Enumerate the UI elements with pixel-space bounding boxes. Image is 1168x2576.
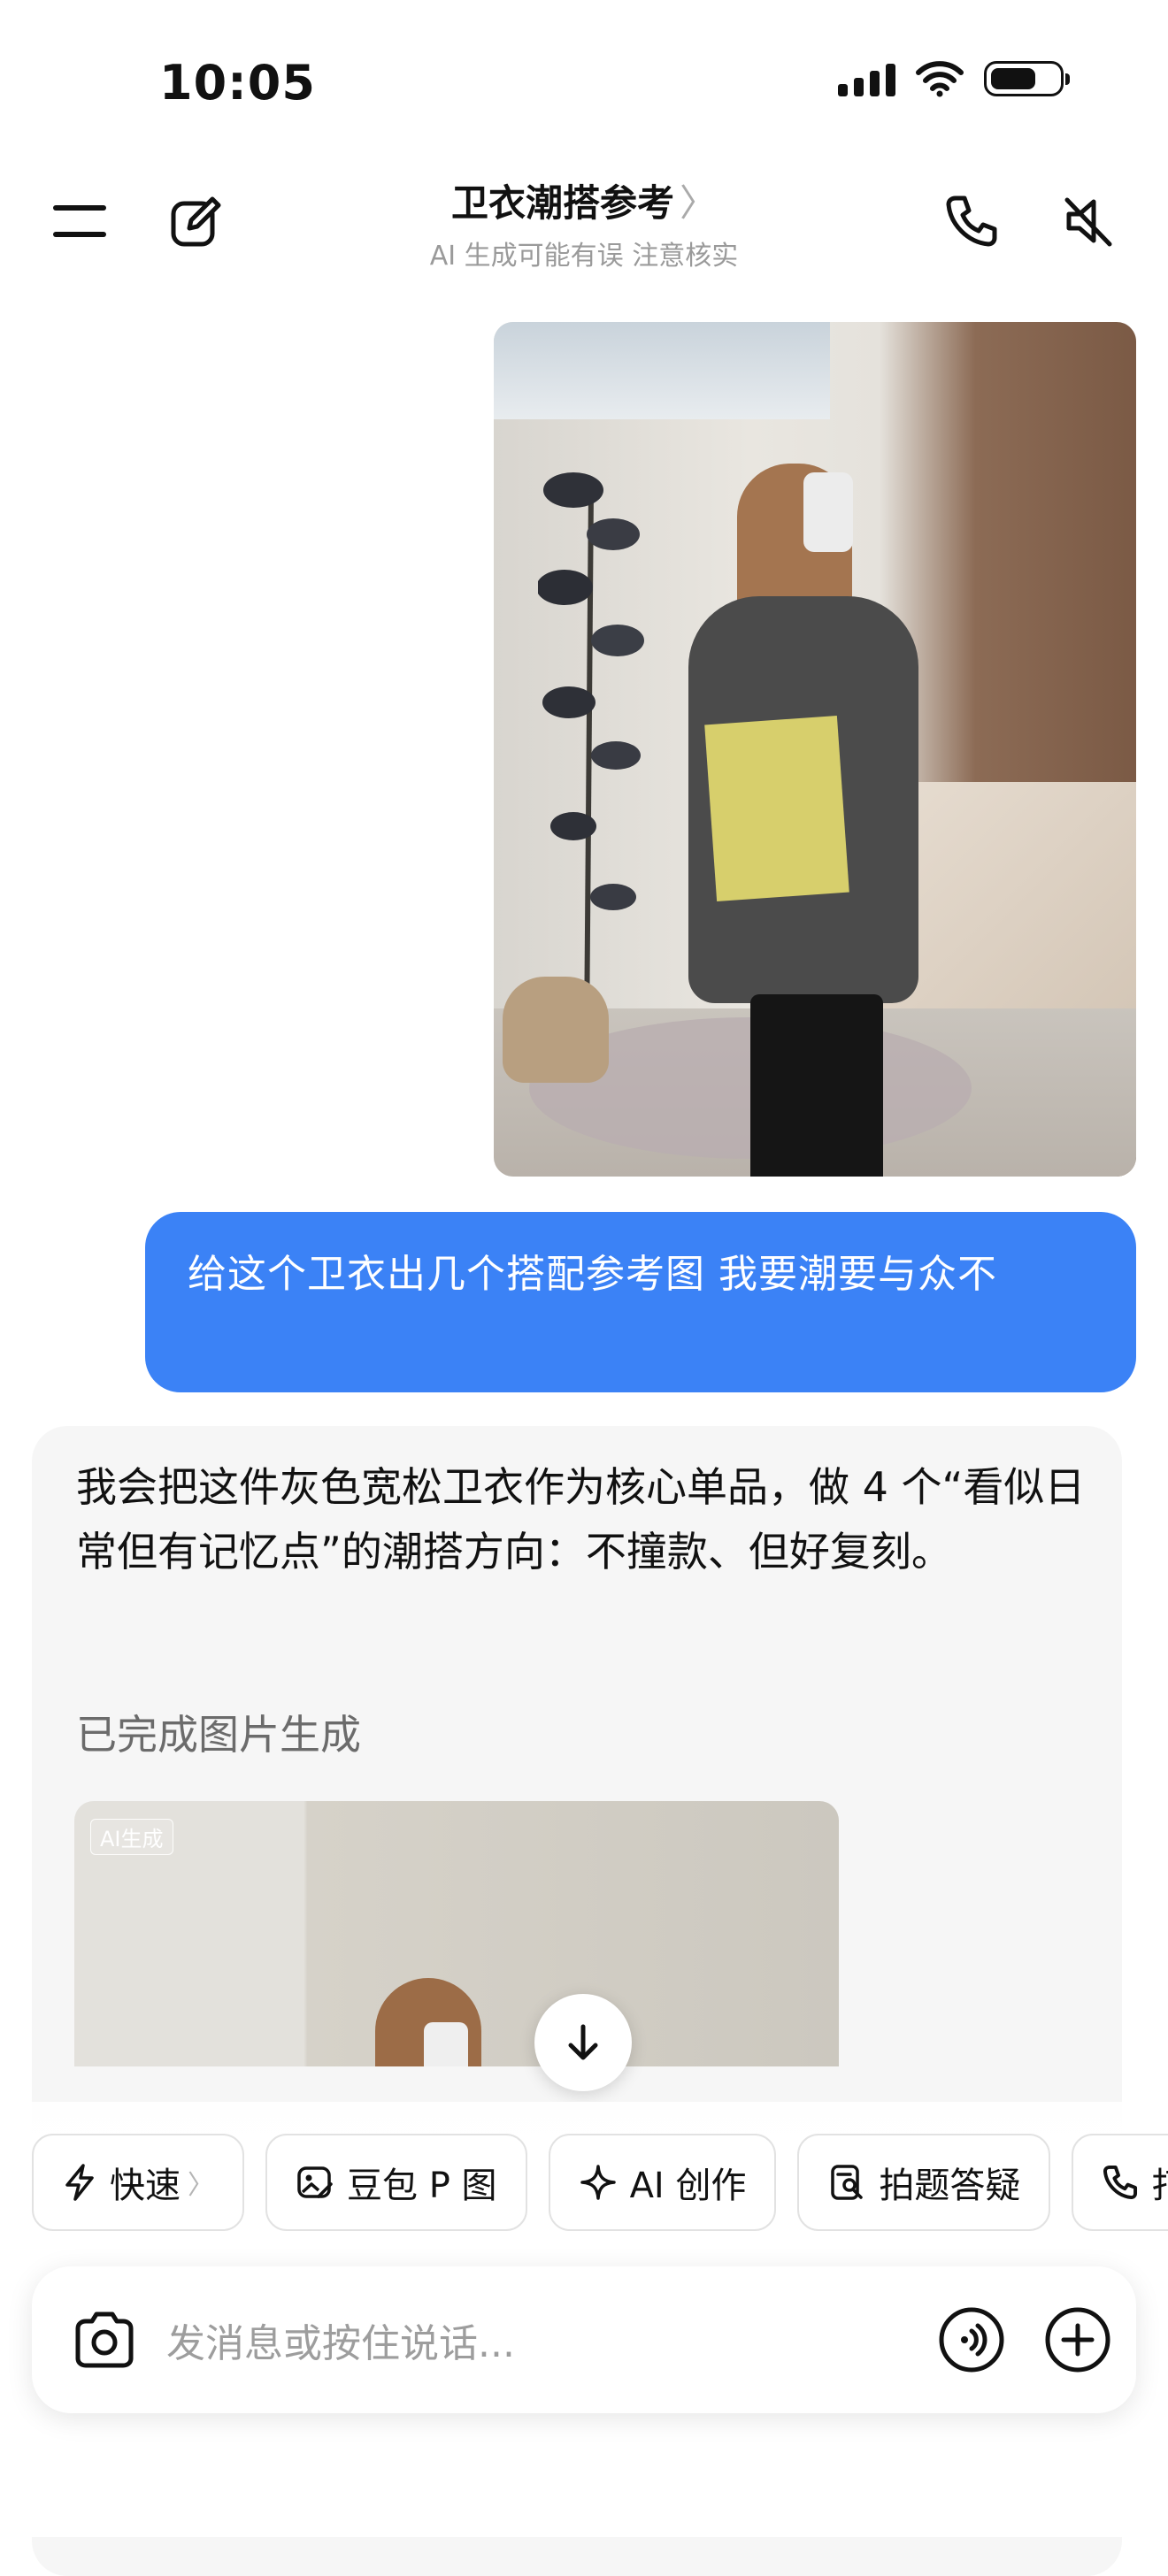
chip-ai-create-label: AI 创作	[629, 2166, 747, 2206]
sparkle-icon	[580, 2165, 616, 2200]
scroll-to-bottom-button[interactable]	[534, 1994, 632, 2091]
image-generation-status: 已完成图片生成	[76, 1711, 361, 1759]
cellular-signal-icon	[838, 61, 895, 96]
chip-doubao-p-image-label: 豆包 P 图	[347, 2166, 497, 2206]
voice-call-icon[interactable]	[938, 2306, 1005, 2373]
chip-fast-label: 快速	[110, 2166, 181, 2206]
assistant-message-text: 我会把这件灰色宽松卫衣作为核心单品，做 4 个“看似日常但有记忆点”的潮搭方向：…	[76, 1463, 1086, 1576]
arrow-down-icon	[568, 2024, 598, 2060]
wifi-icon	[916, 61, 964, 97]
camera-icon[interactable]	[71, 2306, 138, 2373]
message-input[interactable]: 发消息或按住说话...	[166, 2312, 938, 2368]
chevron-right-icon: 〉	[680, 181, 718, 225]
lightning-icon	[65, 2164, 94, 2201]
chip-photo-question[interactable]: 拍题答疑	[797, 2134, 1051, 2231]
ai-generated-badge: AI生成	[90, 1819, 173, 1855]
status-icons	[838, 60, 1070, 97]
image-edit-icon	[297, 2166, 333, 2198]
user-message-bubble[interactable]: 给这个卫衣出几个搭配参考图 我要潮要与众不	[145, 1212, 1136, 1392]
chip-call-label: 打	[1151, 2157, 1168, 2208]
chat-title-text: 卫衣潮搭参考	[450, 181, 674, 225]
phone-icon	[1103, 2165, 1138, 2200]
chip-call[interactable]: 打	[1072, 2134, 1168, 2231]
status-time: 10:05	[159, 55, 316, 111]
chip-ai-create[interactable]: AI 创作	[548, 2134, 777, 2231]
quick-action-chips: 快速 〉 豆包 P 图 AI 创作 拍题答疑 打	[32, 2134, 1168, 2231]
chevron-right-icon: 〉	[188, 2170, 214, 2201]
user-uploaded-photo[interactable]	[494, 322, 1136, 1177]
add-plus-icon[interactable]	[1044, 2306, 1111, 2373]
chip-doubao-p-image[interactable]: 豆包 P 图	[265, 2134, 527, 2231]
chip-fast[interactable]: 快速 〉	[32, 2134, 244, 2231]
speaker-mute-icon[interactable]	[1053, 186, 1124, 257]
generated-image[interactable]: AI生成	[74, 1801, 839, 2066]
doc-search-icon	[831, 2165, 864, 2200]
chip-photo-question-label: 拍题答疑	[879, 2166, 1021, 2206]
phone-call-icon[interactable]	[936, 186, 1007, 257]
battery-icon	[984, 61, 1070, 96]
user-message-text: 给这个卫衣出几个搭配参考图 我要潮要与众不	[188, 1252, 997, 1297]
message-input-bar[interactable]: 发消息或按住说话...	[32, 2266, 1136, 2413]
